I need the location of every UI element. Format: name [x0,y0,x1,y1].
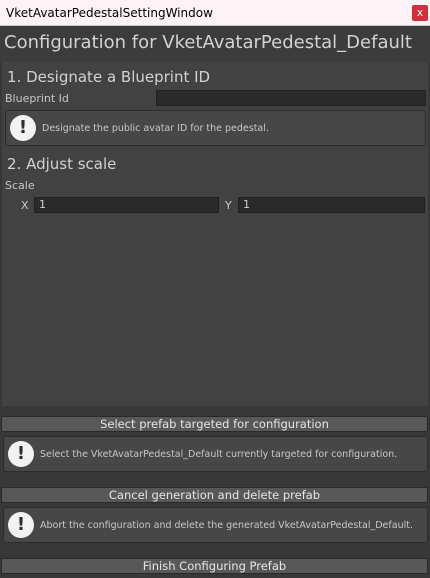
help-box-cancel: ! Abort the configuration and delete the… [3,507,428,543]
info-icon: ! [10,115,36,141]
close-button[interactable]: x [412,5,428,21]
help-box-select: ! Select the VketAvatarPedestal_Default … [3,436,428,472]
help-text-cancel: Abort the configuration and delete the g… [40,520,413,531]
close-icon: x [416,6,424,19]
help-box-blueprint: ! Designate the public avatar ID for the… [5,110,426,146]
cancel-generation-button[interactable]: Cancel generation and delete prefab [1,487,428,503]
section-heading-scale: 2. Adjust scale [7,155,117,173]
blueprint-id-label: Blueprint Id [5,92,69,105]
scale-x-input[interactable]: 1 [34,197,219,213]
window-title: VketAvatarPedestalSettingWindow [6,6,213,20]
help-text-select: Select the VketAvatarPedestal_Default cu… [40,449,398,460]
help-text-blueprint: Designate the public avatar ID for the p… [42,123,269,134]
scale-x-label: X [21,199,29,212]
finish-configuring-button[interactable]: Finish Configuring Prefab [1,558,428,574]
section-heading-blueprint: 1. Designate a Blueprint ID [7,68,211,86]
select-prefab-button[interactable]: Select prefab targeted for configuration [1,416,428,432]
info-icon: ! [8,441,34,467]
scale-y-label: Y [225,199,232,212]
info-icon: ! [8,512,34,538]
scale-label: Scale [5,179,35,192]
scale-y-input[interactable]: 1 [238,197,425,213]
blueprint-id-input[interactable] [156,90,426,106]
page-title: Configuration for VketAvatarPedestal_Def… [4,32,412,53]
title-bar: VketAvatarPedestalSettingWindow x [0,0,430,26]
